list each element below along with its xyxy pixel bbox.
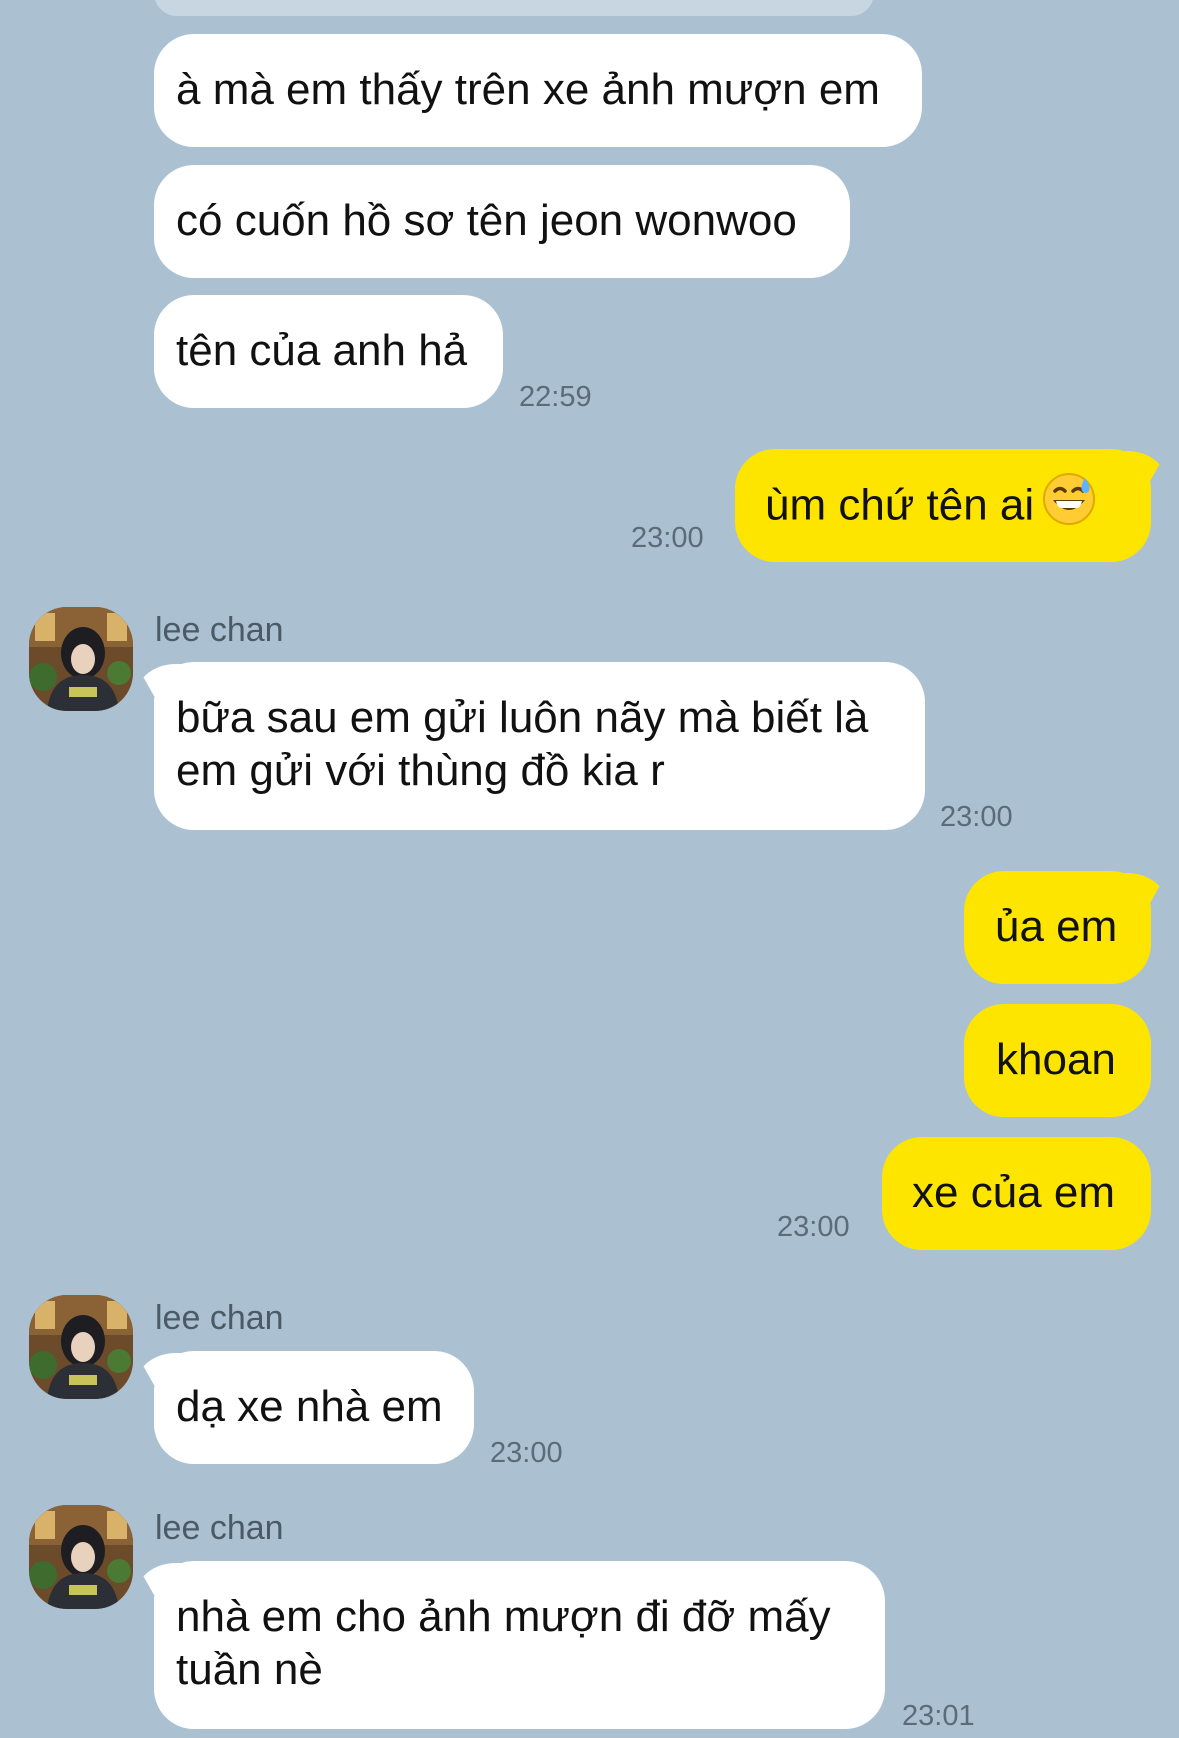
message-text: có cuốn hồ sơ tên jeon wonwoo xyxy=(176,196,797,245)
message-bubble[interactable]: ủa em xyxy=(964,871,1151,984)
message-timestamp: 23:01 xyxy=(902,1700,975,1732)
sender-name: lee chan xyxy=(155,1509,284,1547)
message-bubble[interactable]: tên của anh hả xyxy=(154,295,503,408)
message-text: à mà em thấy trên xe ảnh mượn em xyxy=(176,65,880,114)
message-text: ùm chứ tên ai xyxy=(765,480,1035,530)
message-text: ủa em xyxy=(995,902,1118,951)
grinning-face-with-sweat-icon xyxy=(1042,472,1096,538)
message-text: dạ xe nhà em xyxy=(176,1382,443,1431)
message-bubble[interactable]: nhà em cho ảnh mượn đi đỡ mấy tuần nè xyxy=(154,1561,885,1729)
message-timestamp: 23:00 xyxy=(777,1211,850,1243)
message-bubble[interactable]: có cuốn hồ sơ tên jeon wonwoo xyxy=(154,165,850,278)
message-bubble[interactable]: khoan xyxy=(964,1004,1151,1117)
message-bubble[interactable]: ùm chứ tên ai xyxy=(735,449,1151,562)
message-text: nhà em cho ảnh mượn đi đỡ mấy tuần nè xyxy=(176,1592,831,1694)
message-bubble[interactable]: xe của em xyxy=(882,1137,1151,1250)
chat-view: à mà em thấy trên xe ảnh mượn em có cuốn… xyxy=(0,0,1179,1738)
message-timestamp: 22:59 xyxy=(519,381,592,413)
message-text: tên của anh hả xyxy=(176,326,468,375)
message-text: bữa sau em gửi luôn nãy mà biết là em gử… xyxy=(176,693,869,795)
message-bubble-partial[interactable] xyxy=(154,0,874,16)
sender-name: lee chan xyxy=(155,1299,284,1337)
avatar-photo xyxy=(29,1505,133,1609)
avatar[interactable] xyxy=(29,607,133,711)
avatar-photo xyxy=(29,1295,133,1399)
sender-name: lee chan xyxy=(155,611,284,649)
message-bubble[interactable]: à mà em thấy trên xe ảnh mượn em xyxy=(154,34,922,147)
avatar[interactable] xyxy=(29,1295,133,1399)
message-bubble[interactable]: bữa sau em gửi luôn nãy mà biết là em gử… xyxy=(154,662,925,830)
message-timestamp: 23:00 xyxy=(490,1437,563,1469)
message-bubble[interactable]: dạ xe nhà em xyxy=(154,1351,474,1464)
avatar-photo xyxy=(29,607,133,711)
message-text: xe của em xyxy=(912,1168,1115,1217)
message-timestamp: 23:00 xyxy=(940,801,1013,833)
message-timestamp: 23:00 xyxy=(631,522,704,554)
avatar[interactable] xyxy=(29,1505,133,1609)
message-text: khoan xyxy=(996,1035,1116,1084)
